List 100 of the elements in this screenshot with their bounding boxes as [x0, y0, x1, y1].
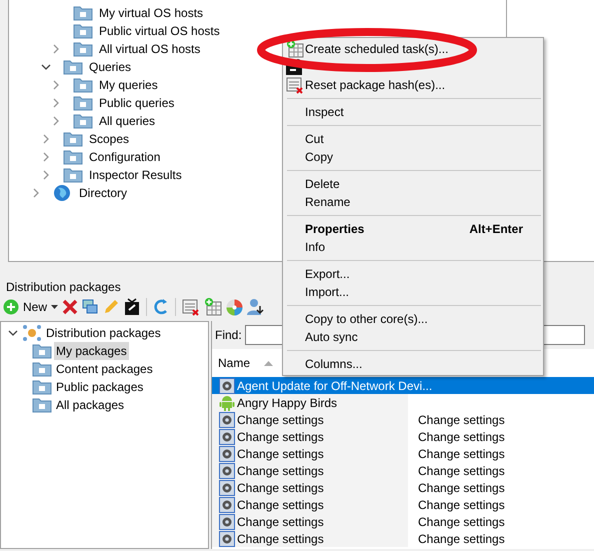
- tree-item[interactable]: Distribution packages: [46, 324, 161, 342]
- tree-item[interactable]: Configuration: [89, 148, 160, 166]
- menu-item[interactable]: Import...: [283, 283, 543, 301]
- network-icon: [22, 324, 42, 342]
- folder-icon: [32, 397, 52, 413]
- folder-icon: [73, 23, 93, 39]
- table-cell-text: Change settings: [237, 530, 324, 548]
- tree-item[interactable]: All queries: [99, 112, 156, 130]
- gear-icon: [219, 428, 235, 444]
- gear-icon: [219, 412, 235, 428]
- gear-icon: [219, 378, 235, 394]
- table-cell-text: Change settings: [237, 446, 324, 462]
- table-cell-text: Change settings: [237, 428, 324, 446]
- refresh-icon[interactable]: [153, 298, 170, 316]
- tree-item[interactable]: Public packages: [54, 378, 146, 396]
- menu-item[interactable]: Inspect: [283, 103, 543, 121]
- folder-icon: [32, 343, 52, 359]
- tree-item[interactable]: Directory: [79, 184, 128, 202]
- folder-icon: [32, 361, 52, 377]
- tree-item[interactable]: My queries: [99, 76, 158, 94]
- user-download-icon[interactable]: [247, 298, 264, 316]
- column-header[interactable]: Name: [218, 354, 250, 372]
- menu-item[interactable]: Export...: [283, 265, 543, 283]
- folder-icon: [63, 59, 83, 75]
- android-icon: [219, 394, 235, 410]
- table-cell-text: Change settings: [418, 480, 505, 496]
- folder-icon: [63, 149, 83, 165]
- table-row[interactable]: Change settings: [212, 530, 408, 547]
- chevron-down-icon[interactable]: [41, 62, 51, 72]
- list-delete-icon: [182, 298, 200, 316]
- tree-item[interactable]: My packages: [54, 342, 129, 360]
- table-row[interactable]: Change settings: [212, 445, 408, 462]
- tree-item[interactable]: My virtual OS hosts: [99, 4, 204, 22]
- table-row[interactable]: Change settings: [212, 411, 408, 428]
- panel-title: Distribution packages: [6, 279, 121, 294]
- tree-item[interactable]: Queries: [89, 58, 132, 76]
- table-cell-text: Change settings: [418, 514, 505, 530]
- table-cell-text: Change settings: [418, 530, 505, 548]
- gear-icon: [219, 496, 235, 512]
- sort-up-icon[interactable]: [264, 360, 274, 366]
- menu-item[interactable]: Columns...: [283, 355, 543, 373]
- gear-icon: [219, 514, 235, 530]
- menu-item[interactable]: Delete: [283, 175, 543, 193]
- chevron-right-icon[interactable]: [51, 44, 61, 54]
- table-cell-text: Change settings: [237, 412, 324, 428]
- tree-item[interactable]: Public queries: [99, 94, 174, 112]
- table-cell-text: Change settings: [418, 412, 505, 428]
- gear-icon: [219, 530, 235, 546]
- table-row[interactable]: Change settings: [212, 496, 408, 513]
- folder-icon: [73, 113, 93, 129]
- table-cell-text: Angry Happy Birds: [237, 394, 338, 412]
- table-cell-text: Change settings: [418, 462, 505, 480]
- copy-icon[interactable]: [82, 299, 98, 315]
- menu-item[interactable]: Reset package hash(es)...: [283, 76, 543, 94]
- globe-icon: [53, 184, 71, 202]
- table-row[interactable]: Change settings: [212, 428, 408, 445]
- table-cell-text: Agent Update for Off-Network Devi...: [237, 378, 432, 394]
- gear-icon: [219, 462, 235, 478]
- plus-icon: [3, 299, 19, 315]
- new-button[interactable]: New: [3, 298, 58, 316]
- tree-item[interactable]: Scopes: [89, 130, 130, 148]
- list-delete-icon: [286, 76, 304, 94]
- table-row[interactable]: Change settings: [212, 462, 408, 479]
- table-cell-text: Change settings: [237, 496, 324, 514]
- table-row[interactable]: Change settings: [212, 479, 408, 496]
- table-row[interactable]: Angry Happy Birds: [212, 394, 408, 411]
- menu-item[interactable]: Cut: [283, 130, 543, 148]
- folder-icon: [73, 5, 93, 21]
- menu-item[interactable]: Copy: [283, 148, 543, 166]
- tree-item[interactable]: Inspector Results: [89, 166, 182, 184]
- table-cell-text: Change settings: [237, 480, 324, 496]
- menu-item[interactable]: Create scheduled task(s)...: [283, 40, 543, 58]
- folder-icon: [63, 131, 83, 147]
- tree-item[interactable]: Content packages: [54, 360, 155, 378]
- delete-icon[interactable]: [62, 299, 78, 315]
- folder-icon: [73, 77, 93, 93]
- chevron-down-icon[interactable]: [8, 328, 18, 338]
- caret-icon: [51, 305, 58, 309]
- table-row[interactable]: Change settings: [212, 513, 408, 530]
- table-cell-text: Change settings: [418, 428, 505, 446]
- menu-item[interactable]: Info: [283, 238, 543, 256]
- folder-icon: [32, 379, 52, 395]
- menu-item[interactable]: Rename: [283, 193, 543, 211]
- tree-item[interactable]: Public virtual OS hosts: [99, 22, 220, 40]
- table-row[interactable]: Agent Update for Off-Network Devi...: [212, 377, 594, 394]
- disc-icon[interactable]: [226, 298, 244, 316]
- tree-item[interactable]: All packages: [54, 396, 126, 414]
- gear-icon: [219, 446, 235, 462]
- tree-item[interactable]: All virtual OS hosts: [99, 40, 200, 58]
- table-cell-text: Change settings: [418, 496, 505, 514]
- table-cell-text: Change settings: [237, 462, 324, 480]
- menu-item[interactable]: Properties Alt+Enter: [283, 220, 543, 238]
- menu-item[interactable]: Copy to other core(s)...: [283, 310, 543, 328]
- find-label: Find:: [215, 327, 242, 344]
- menu-item[interactable]: Auto sync: [283, 328, 543, 346]
- calendar-plus-icon: [286, 40, 304, 58]
- folder-icon: [73, 41, 93, 57]
- table-cell-text: Change settings: [237, 514, 324, 530]
- folder-icon: [63, 167, 83, 183]
- folder-icon: [73, 95, 93, 111]
